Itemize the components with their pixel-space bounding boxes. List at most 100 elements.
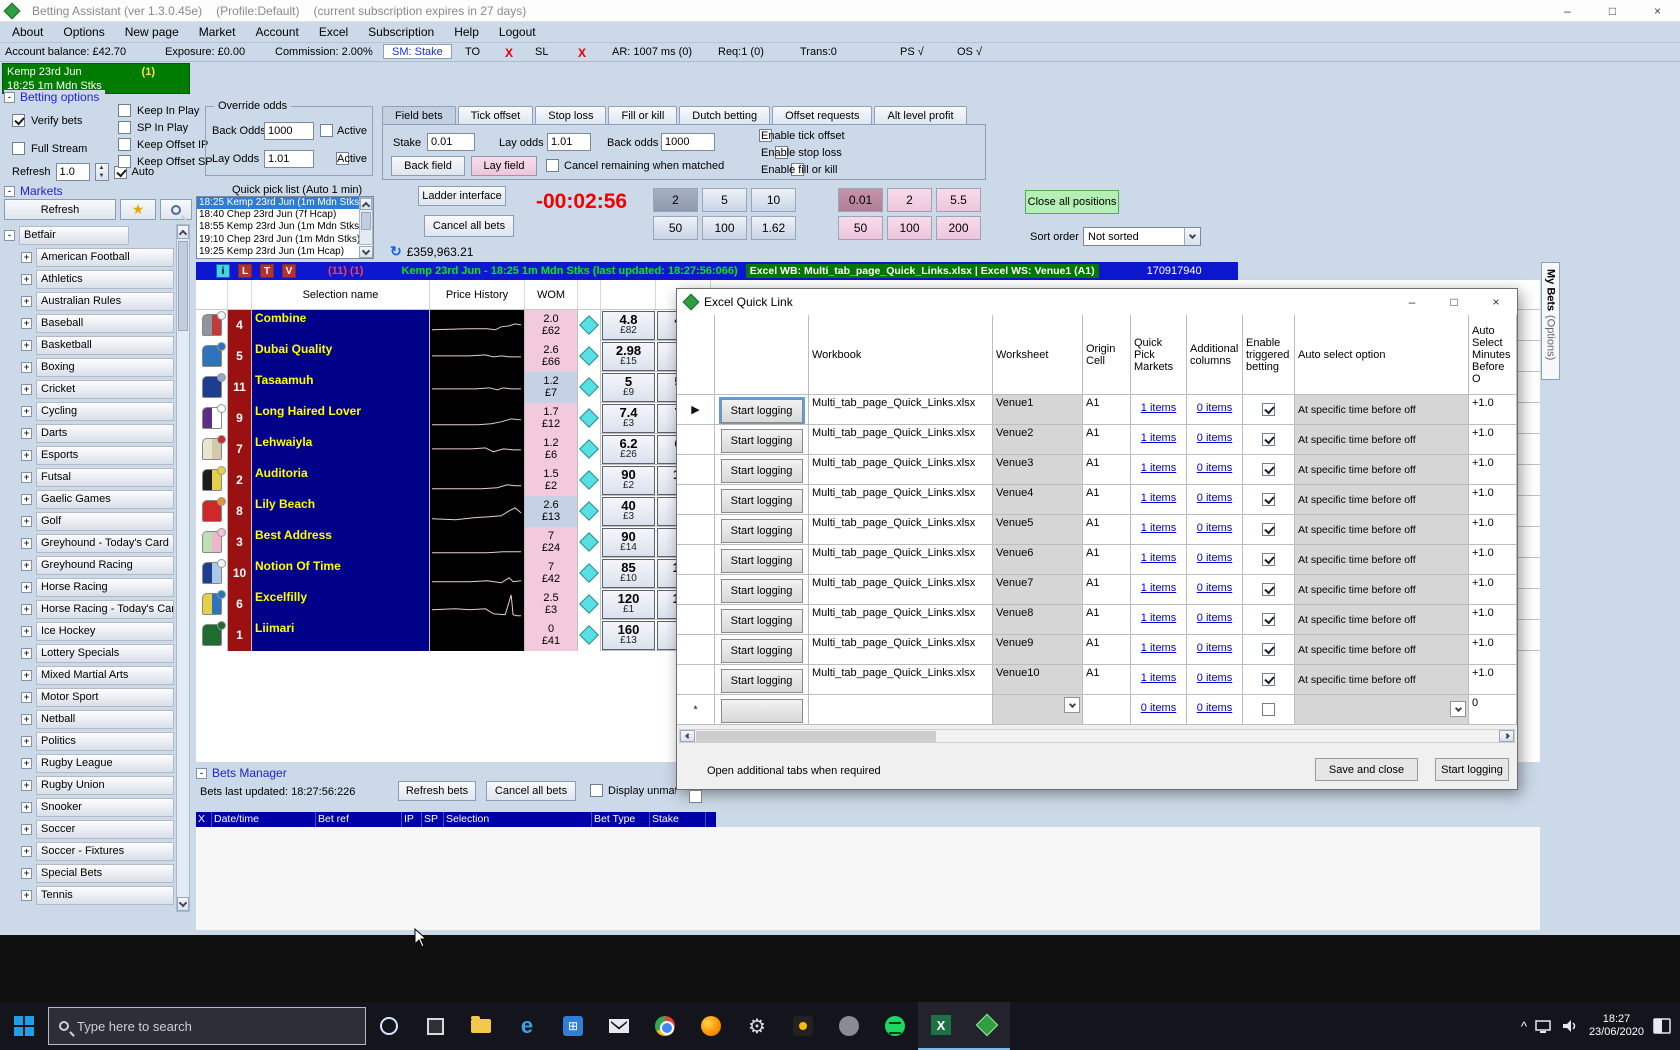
quick-pick-markets-link[interactable]: 1 items (1141, 462, 1176, 474)
task-view-icon[interactable] (412, 1002, 458, 1050)
keep-offset-sp-checkbox[interactable] (118, 155, 131, 168)
tree-expand-icon[interactable]: + (21, 802, 32, 813)
worksheet-select[interactable]: Venue5 (993, 515, 1083, 544)
lay-stake-button[interactable]: 200 (936, 216, 981, 240)
selection-name[interactable]: Liimari (252, 620, 430, 651)
enable-triggered-betting-checkbox[interactable] (1262, 673, 1275, 686)
quick-pick-scrollbar[interactable] (359, 197, 373, 245)
quick-pick-item[interactable]: 18:25 Kemp 23rd Jun (1m Mdn Stks) (197, 197, 373, 209)
quick-pick-item[interactable]: 19:10 Chep 23rd Jun (1m Mdn Stks) (197, 234, 373, 246)
auto-select-minutes-cell[interactable]: +1.0 (1469, 665, 1517, 694)
override-back-odds-input[interactable]: 1000 (264, 122, 314, 140)
row-selector[interactable] (677, 605, 715, 634)
origin-cell[interactable]: A1 (1083, 665, 1131, 694)
back-stake-button[interactable]: 50 (653, 216, 698, 240)
spotify-icon[interactable] (872, 1002, 918, 1050)
auto-select-minutes-cell[interactable]: +1.0 (1469, 605, 1517, 634)
menu-item[interactable]: Market (199, 25, 236, 39)
additional-columns-link[interactable]: 0 items (1197, 402, 1232, 414)
tree-expand-icon[interactable]: + (21, 780, 32, 791)
mail-icon[interactable] (596, 1002, 642, 1050)
start-logging-footer-button[interactable]: Start logging (1435, 758, 1509, 781)
firefox-icon[interactable] (688, 1002, 734, 1050)
sidebar-sport-item[interactable]: Golf (36, 512, 174, 531)
row-selector[interactable] (677, 455, 715, 484)
cortana-icon[interactable] (366, 1002, 412, 1050)
back-stake-button[interactable]: 2 (653, 188, 698, 212)
tree-expand-icon[interactable]: + (21, 296, 32, 307)
lay-stake-button[interactable]: 2 (887, 188, 932, 212)
cancel-all-bets-button-2[interactable]: Cancel all bets (486, 781, 576, 801)
auto-select-option-select[interactable]: At specific time before off (1295, 455, 1469, 484)
sidebar-sport-item[interactable]: Snooker (36, 798, 174, 817)
quick-pick-markets-link[interactable]: 1 items (1141, 522, 1176, 534)
sidebar-sport-item[interactable]: Motor Sport (36, 688, 174, 707)
auto-select-option-select[interactable]: At specific time before off (1295, 575, 1469, 604)
file-explorer-icon[interactable] (458, 1002, 504, 1050)
sidebar-sport-item[interactable]: Cycling (36, 402, 174, 421)
back-price-button[interactable]: 2.98£15 (602, 342, 655, 371)
quick-pick-markets-link[interactable]: 1 items (1141, 402, 1176, 414)
tree-expand-icon[interactable]: + (21, 340, 32, 351)
minimize-button[interactable]: – (1545, 0, 1590, 22)
row-selector[interactable] (677, 515, 715, 544)
origin-cell[interactable]: A1 (1083, 395, 1131, 424)
save-and-close-button[interactable]: Save and close (1315, 758, 1418, 781)
menu-item[interactable]: Options (63, 25, 104, 39)
info-button[interactable]: i (216, 264, 230, 278)
quick-pick-item[interactable]: 19:25 Kemp 23rd Jun (1m Hcap) (197, 246, 373, 258)
row-selector[interactable] (677, 575, 715, 604)
tab[interactable]: Field bets (382, 106, 456, 125)
close-all-positions-button[interactable]: Close all positions (1025, 190, 1119, 214)
enable-triggered-betting-checkbox[interactable] (1262, 463, 1275, 476)
close-button[interactable]: × (1635, 0, 1680, 22)
row-selector[interactable] (677, 665, 715, 694)
back-price-button[interactable]: 4.8£82 (602, 311, 655, 340)
sidebar-sport-item[interactable]: Horse Racing (36, 578, 174, 597)
back-price-button[interactable]: 90£2 (602, 466, 655, 495)
override-lay-odds-input[interactable]: 1.01 (264, 150, 314, 168)
excel-icon[interactable]: X (918, 1002, 964, 1050)
back-stake-button[interactable]: 10 (751, 188, 796, 212)
additional-columns-link[interactable]: 0 items (1197, 552, 1232, 564)
tab[interactable]: Tick offset (458, 106, 534, 125)
tree-expand-icon[interactable]: + (21, 648, 32, 659)
origin-cell[interactable]: A1 (1083, 635, 1131, 664)
empty-workbook-cell[interactable] (809, 695, 993, 724)
sidebar-sport-item[interactable]: Boxing (36, 358, 174, 377)
ladder-interface-button[interactable]: Ladder interface (418, 186, 506, 206)
lay-field-button[interactable]: Lay field (471, 156, 537, 176)
auto-select-option-select[interactable]: At specific time before off (1295, 635, 1469, 664)
worksheet-select[interactable]: Venue1 (993, 395, 1083, 424)
auto-select-minutes-cell[interactable]: +1.0 (1469, 515, 1517, 544)
search-icon[interactable] (160, 199, 192, 220)
settings-gear-icon[interactable]: ⚙ (734, 1002, 780, 1050)
menu-item[interactable]: About (12, 25, 43, 39)
tab[interactable]: Alt level profit (874, 106, 966, 125)
sidebar-sport-item[interactable]: Mixed Martial Arts (36, 666, 174, 685)
selection-name[interactable]: Combine (252, 310, 430, 341)
auto-select-option-select[interactable]: At specific time before off (1295, 545, 1469, 574)
back-field-button[interactable]: Back field (391, 156, 465, 176)
sidebar-sport-item[interactable]: Cricket (36, 380, 174, 399)
notification-center-icon[interactable] (1652, 1017, 1674, 1035)
enable-triggered-betting-checkbox[interactable] (1262, 493, 1275, 506)
row-selector[interactable] (677, 485, 715, 514)
quick-pick-markets-link[interactable]: 1 items (1141, 552, 1176, 564)
tab[interactable]: Stop loss (535, 106, 606, 125)
sidebar-sport-item[interactable]: Darts (36, 424, 174, 443)
tree-expand-icon[interactable]: + (21, 516, 32, 527)
origin-cell[interactable]: A1 (1083, 425, 1131, 454)
refresh-rate-stepper[interactable]: ▲▼ (95, 163, 109, 181)
back-price-button[interactable]: 6.2£26 (602, 435, 655, 464)
store-icon[interactable]: ⊞ (550, 1002, 596, 1050)
cancel-remaining-checkbox[interactable] (546, 159, 559, 172)
back-odds-input[interactable]: 1000 (661, 133, 715, 151)
tree-expand-icon[interactable]: + (21, 384, 32, 395)
quick-pick-markets-link[interactable]: 1 items (1141, 612, 1176, 624)
sidebar-sport-item[interactable]: Esports (36, 446, 174, 465)
auto-select-option-select[interactable]: At specific time before off (1295, 605, 1469, 634)
workbook-cell[interactable]: Multi_tab_page_Quick_Links.xlsx (809, 545, 993, 574)
enable-triggered-betting-checkbox[interactable] (1262, 403, 1275, 416)
sidebar-sport-item[interactable]: Special Bets (36, 864, 174, 883)
